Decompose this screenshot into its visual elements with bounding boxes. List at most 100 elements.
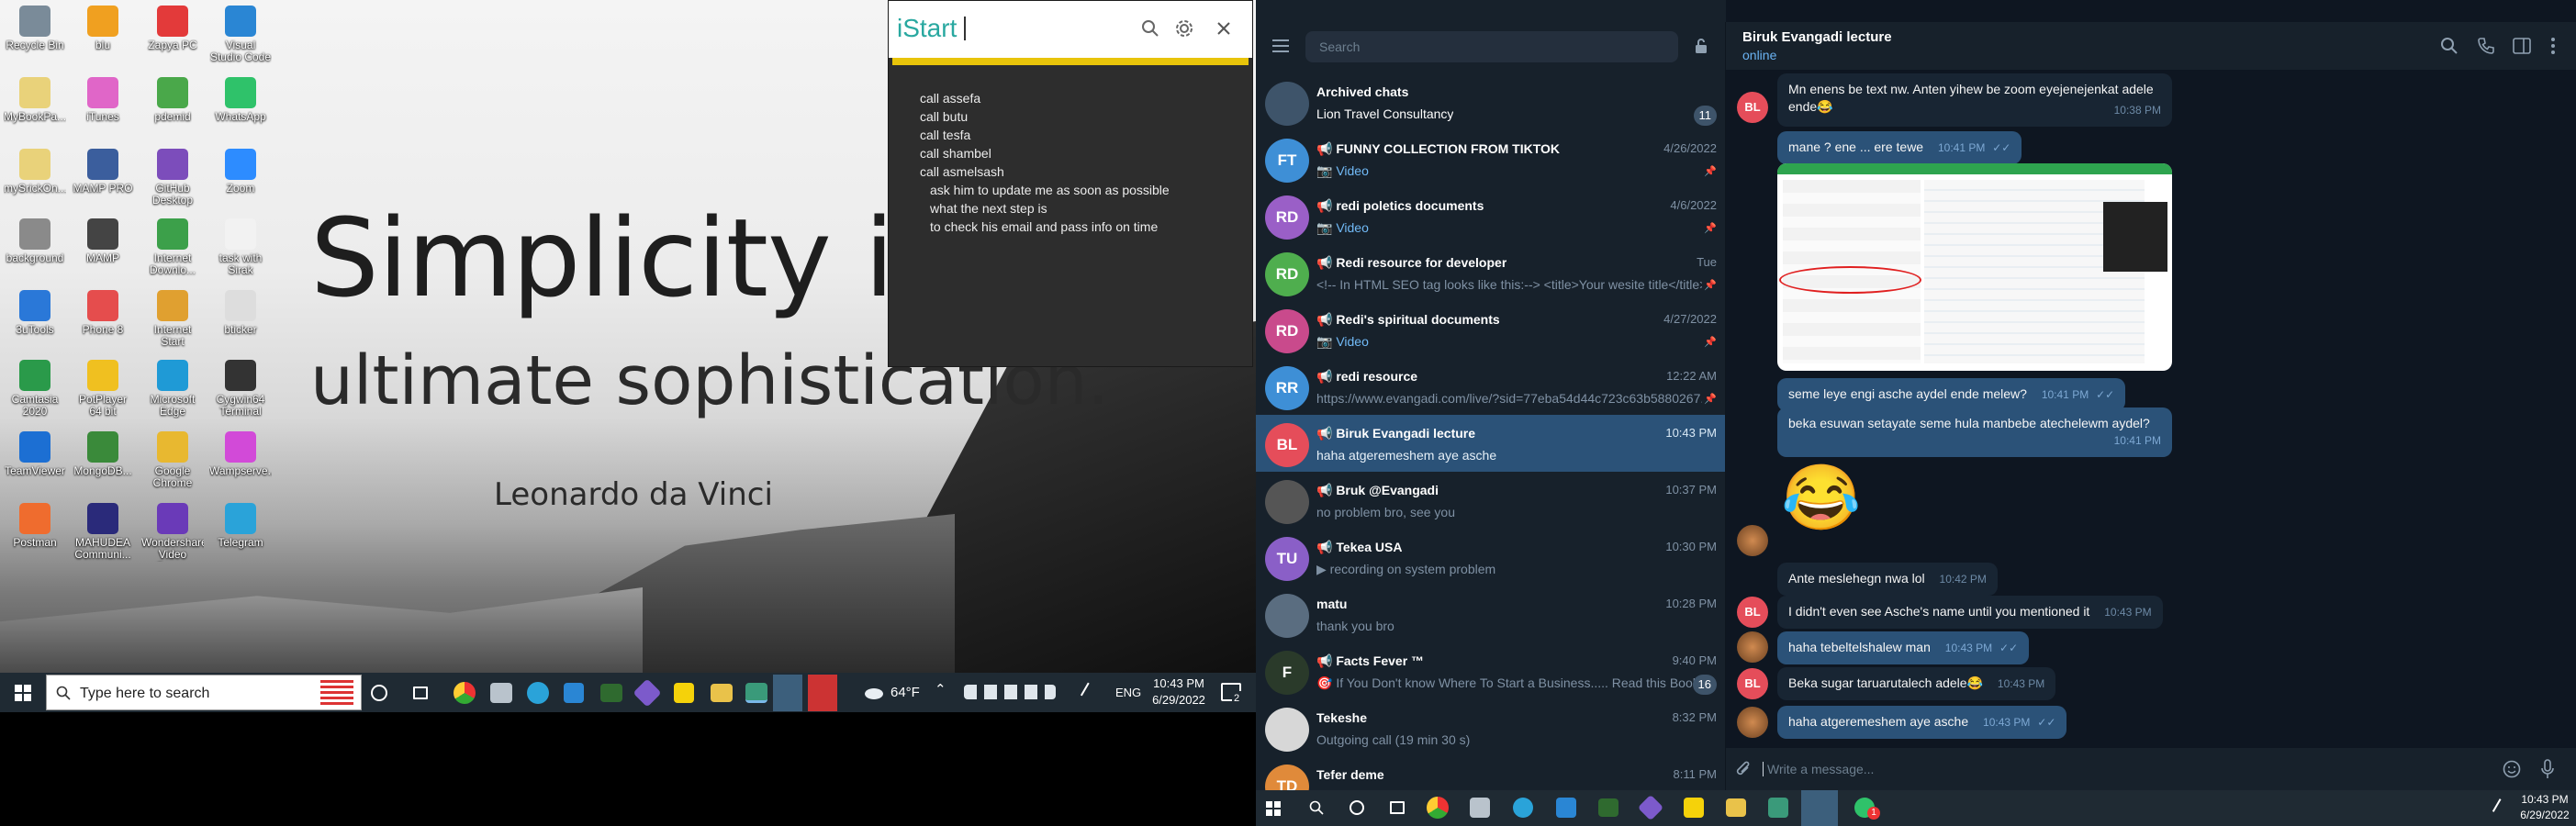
desktop-icon[interactable]: WhatsApp xyxy=(209,77,272,136)
desktop-icon[interactable]: MAMP xyxy=(72,218,134,277)
message-input[interactable]: Write a message... xyxy=(1763,753,2479,785)
message-avatar[interactable] xyxy=(1737,525,1768,556)
telegram-taskbar-icon[interactable] xyxy=(527,682,549,704)
chat-list-item[interactable]: RR 📢 redi resource https://www.evangadi.co… xyxy=(1256,358,1725,415)
incoming-message[interactable]: Mn enens be text nw. Anten yihew be zoom… xyxy=(1777,73,2172,127)
desktop-icon[interactable]: GitHub Desktop xyxy=(141,149,204,207)
windows-start-icon[interactable] xyxy=(1266,801,1281,816)
desktop-icon[interactable]: Zoom xyxy=(209,149,272,207)
desktop-icon[interactable]: background xyxy=(4,218,66,277)
desktop-icon[interactable]: MAHUDEA Communi... xyxy=(72,503,134,562)
desktop-icon[interactable]: Microsoft Edge xyxy=(141,360,204,419)
message-avatar[interactable] xyxy=(1737,707,1768,738)
cortana-icon[interactable] xyxy=(371,685,387,701)
terminal-taskbar-icon[interactable] xyxy=(600,684,622,702)
sticky-notes-taskbar-icon[interactable] xyxy=(1684,798,1704,818)
taskbar-search-box[interactable]: Type here to search xyxy=(46,675,362,710)
istart-taskbar-icon[interactable] xyxy=(1768,798,1788,818)
message-avatar[interactable]: BL xyxy=(1737,597,1768,628)
lock-icon[interactable] xyxy=(1694,38,1708,54)
pen-icon[interactable] xyxy=(1080,682,1100,702)
chrome-taskbar-icon[interactable] xyxy=(454,682,476,704)
record-taskbar-icon[interactable] xyxy=(808,675,837,711)
desktop-icon[interactable]: Telegram xyxy=(209,503,272,562)
shared-screenshot-image[interactable] xyxy=(1777,163,2172,371)
file-explorer-taskbar-icon[interactable] xyxy=(490,683,512,703)
desktop-icon[interactable]: Cygwin64 Terminal xyxy=(209,360,272,419)
desktop-icon[interactable]: iTunes xyxy=(72,77,134,136)
desktop-icon[interactable]: Zapya PC xyxy=(141,6,204,64)
close-icon[interactable] xyxy=(1216,21,1231,36)
incoming-message[interactable]: I didn't even see Asche's name until you… xyxy=(1777,596,2163,629)
chat-list-item[interactable]: RD 📢 redi poletics documents 📷 Video 4/6/20… xyxy=(1256,187,1725,244)
chat-list-item[interactable]: FT 📢 FUNNY COLLECTION FROM TIKTOK 📷 Video 4… xyxy=(1256,130,1725,187)
message-avatar[interactable]: BL xyxy=(1737,92,1768,123)
gear-icon[interactable] xyxy=(1174,18,1194,39)
microphone-icon[interactable] xyxy=(2541,759,2554,779)
search-icon[interactable] xyxy=(2440,37,2458,55)
git-taskbar-icon[interactable] xyxy=(633,678,662,708)
desktop-icon[interactable]: Phone 8 xyxy=(72,290,134,349)
outgoing-message[interactable]: seme leye engi asche aydel ende melew? 1… xyxy=(1777,378,2126,411)
clock-time[interactable]: 10:43 PM xyxy=(2517,792,2572,808)
chat-list-item[interactable]: BL 📢 Biruk Evangadi lecture haha atgeremes… xyxy=(1256,415,1725,472)
desktop-icon[interactable]: PotPlayer 64 bit xyxy=(72,360,134,419)
outgoing-message[interactable]: mane ? ene ... ere tewe 10:41 PM ✓✓ xyxy=(1777,131,2022,164)
clock-date[interactable]: 6/29/2022 xyxy=(1148,692,1210,708)
conversation-title[interactable]: Biruk Evangadi lecture xyxy=(1742,29,1892,45)
chat-list-item[interactable]: Tekeshe Outgoing call (19 min 30 s) 8:32 P… xyxy=(1256,699,1725,756)
sticky-note-body[interactable]: call assefa call butu call tesfa call shamb… xyxy=(889,65,1252,236)
chat-list-item[interactable]: 📢 Bruk @Evangadi no problem bro, see you 1… xyxy=(1256,472,1725,529)
tray-chevron-icon[interactable]: ⌃ xyxy=(935,682,946,698)
telegram-active-taskbar-icon[interactable] xyxy=(773,675,802,711)
desktop-icon[interactable]: MyBookPa... xyxy=(4,77,66,136)
desktop-icon[interactable]: Wampserve... xyxy=(209,431,272,490)
chat-search-input[interactable]: Search xyxy=(1305,31,1678,62)
desktop-icon[interactable]: Recycle Bin xyxy=(4,6,66,64)
chrome-taskbar-icon[interactable] xyxy=(1427,797,1449,819)
sticky-notes-taskbar-icon[interactable] xyxy=(674,683,694,703)
desktop-icon[interactable]: MongoDB... xyxy=(72,431,134,490)
vscode-taskbar-icon[interactable] xyxy=(1556,798,1576,818)
file-explorer-taskbar-icon[interactable] xyxy=(1470,798,1490,818)
clock-date[interactable]: 6/29/2022 xyxy=(2515,808,2574,823)
more-vertical-icon[interactable] xyxy=(2550,37,2556,55)
desktop-icon[interactable]: pdemid xyxy=(141,77,204,136)
desktop-icon[interactable]: MAMP PRO xyxy=(72,149,134,207)
chat-list-item[interactable]: matu thank you bro 10:28 PM xyxy=(1256,586,1725,642)
message-avatar[interactable] xyxy=(1737,631,1768,663)
chat-list-item[interactable]: TU 📢 Tekea USA ▶ recording on system probl… xyxy=(1256,529,1725,586)
vscode-taskbar-icon[interactable] xyxy=(564,683,584,703)
pen-icon[interactable] xyxy=(2492,798,2510,817)
chat-list-item[interactable]: F 📢 Facts Fever ™ 🎯 If You Don't know Wher… xyxy=(1256,642,1725,699)
desktop-icon[interactable]: TeamViewer xyxy=(4,431,66,490)
telegram-taskbar-icon[interactable] xyxy=(1513,798,1533,818)
desktop-icon[interactable]: Internet Start xyxy=(141,290,204,349)
desktop-icon[interactable]: Visual Studio Code xyxy=(209,6,272,64)
incoming-message[interactable]: Ante meslehegn nwa lol 10:42 PM xyxy=(1777,563,1998,596)
desktop-icon[interactable]: Wondershare Video Conv... xyxy=(141,503,204,562)
attach-icon[interactable] xyxy=(1735,760,1752,778)
outgoing-message[interactable]: haha atgeremeshem aye asche 10:43 PM ✓✓ xyxy=(1777,706,2067,739)
git-taskbar-icon[interactable] xyxy=(1637,794,1664,821)
chat-list-item[interactable]: RD 📢 Redi's spiritual documents 📷 Video 4/2… xyxy=(1256,301,1725,358)
windows-start-icon[interactable] xyxy=(15,685,31,701)
desktop-icon[interactable]: task with Sirak xyxy=(209,218,272,277)
chat-list-item[interactable]: TD Tefer deme 8:11 PM xyxy=(1256,756,1725,790)
telegram-active-taskbar-icon[interactable] xyxy=(1801,790,1838,826)
desktop-icon[interactable]: Postman xyxy=(4,503,66,562)
emoji-icon[interactable] xyxy=(2503,760,2521,778)
outgoing-message[interactable]: haha tebeltelshalew man 10:43 PM ✓✓ xyxy=(1777,631,2030,664)
desktop-icon[interactable]: Google Chrome xyxy=(141,431,204,490)
menu-icon[interactable] xyxy=(1272,39,1289,52)
desktop-icon[interactable]: Camtasia 2020 xyxy=(4,360,66,419)
desktop-icon[interactable]: Internet Downlo... xyxy=(141,218,204,277)
language-indicator[interactable]: ENG xyxy=(1115,685,1141,700)
folder-taskbar-icon[interactable] xyxy=(711,684,733,702)
search-icon[interactable] xyxy=(1309,800,1324,815)
sidebar-toggle-icon[interactable] xyxy=(2513,38,2531,54)
desktop-icon[interactable]: bticker xyxy=(209,290,272,349)
task-view-icon[interactable] xyxy=(413,686,428,699)
istart-taskbar-icon[interactable] xyxy=(745,683,767,703)
desktop-icon[interactable]: mySrickOn... xyxy=(4,149,66,207)
